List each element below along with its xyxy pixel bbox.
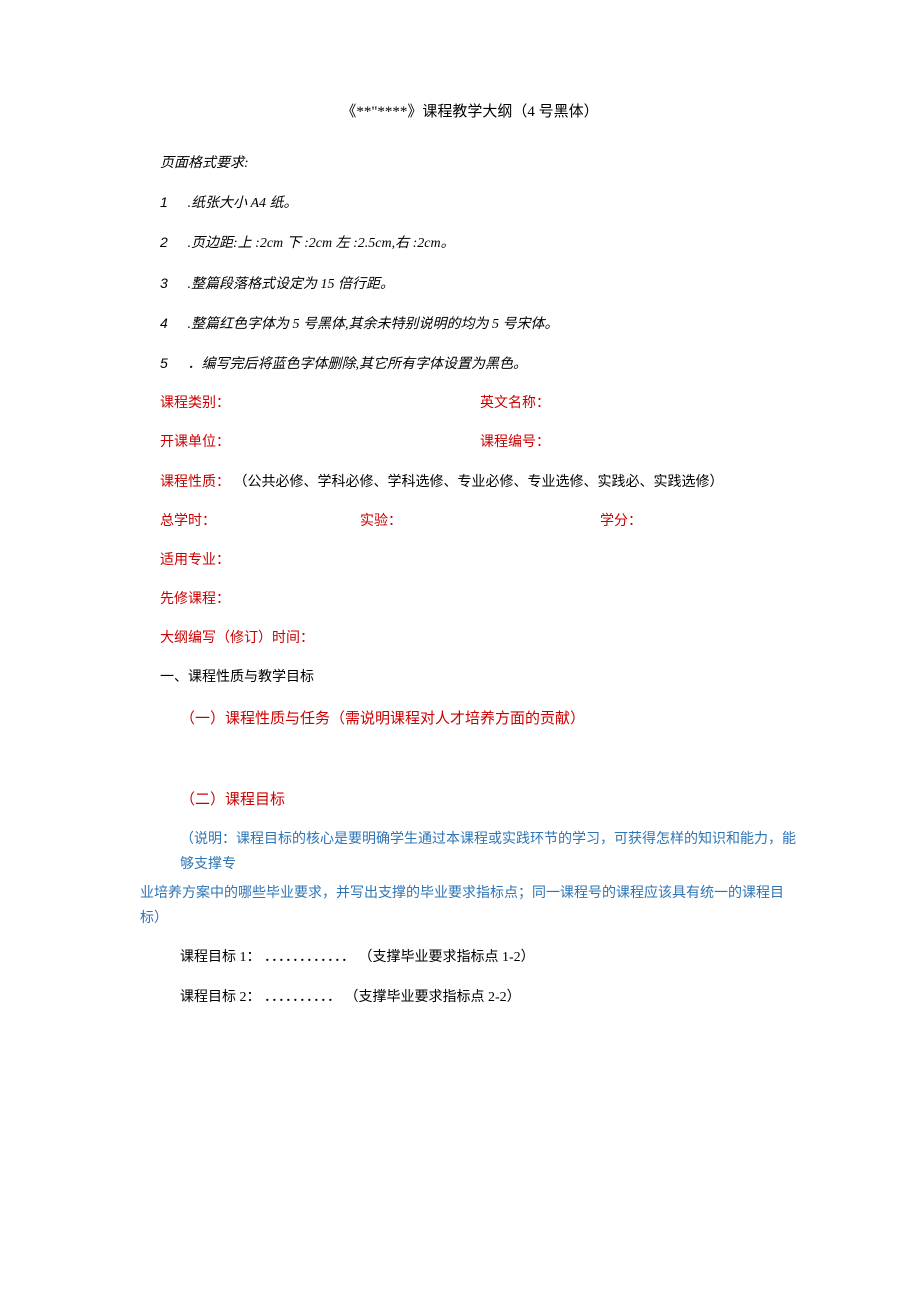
- objective-2-dots: ．．．．．．．．．．: [264, 990, 341, 1005]
- rule-text: ．编写完后将蓝色字体删除,其它所有字体设置为黑色。: [180, 357, 528, 372]
- rule-1: 1 .纸张大小 A4 纸。: [140, 190, 800, 216]
- field-row: 总学时： 实验： 学分：: [140, 509, 800, 534]
- note-line-2: 业培养方案中的哪些毕业要求，并写出支撑的毕业要求指标点；同一课程号的课程应该具有…: [140, 881, 800, 931]
- section-1-heading: 一、课程性质与教学目标: [140, 665, 800, 690]
- total-hours-label: 总学时：: [160, 509, 360, 534]
- rule-text: .整篇红色字体为 5 号黑体,其余未特别说明的均为 5 号宋体。: [180, 317, 559, 332]
- field-row: 先修课程：: [140, 587, 800, 612]
- rule-number: 1: [160, 190, 176, 215]
- objective-1-label: 课程目标 1：: [180, 950, 261, 965]
- objective-2-label: 课程目标 2：: [180, 990, 261, 1005]
- objective-2-note: （支撑毕业要求指标点 2-2）: [345, 990, 521, 1005]
- experiment-label: 实验：: [360, 509, 600, 534]
- rule-number: 3: [160, 271, 176, 296]
- revision-time-label: 大纲编写（修订）时间：: [160, 631, 314, 646]
- rule-text: .页边距:上 :2cm 下 :2cm 左 :2.5cm,右 :2cm。: [180, 236, 455, 251]
- course-nature-label: 课程性质：: [160, 475, 230, 490]
- document-title: 《**"****》课程教学大纲（4 号黑体）: [140, 100, 800, 121]
- note-line-1: （说明：课程目标的核心是要明确学生通过本课程或实践环节的学习，可获得怎样的知识和…: [140, 827, 800, 877]
- subsection-1-heading: （一）课程性质与任务（需说明课程对人才培养方面的贡献）: [140, 705, 800, 732]
- course-nature-options: （公共必修、学科必修、学科选修、专业必修、专业选修、实践必、实践选修）: [234, 475, 724, 490]
- field-row: 开课单位： 课程编号：: [140, 430, 800, 455]
- rule-4: 4 .整篇红色字体为 5 号黑体,其余未特别说明的均为 5 号宋体。: [140, 311, 800, 337]
- rule-number: 2: [160, 230, 176, 255]
- credits-label: 学分：: [600, 509, 800, 534]
- format-header: 页面格式要求:: [140, 151, 800, 176]
- spacer: [140, 746, 800, 786]
- field-row: 课程类别： 英文名称：: [140, 391, 800, 416]
- applicable-major-label: 适用专业：: [160, 553, 230, 568]
- rule-text: .整篇段落格式设定为 15 倍行距。: [180, 277, 395, 292]
- rule-number: 5: [160, 351, 176, 376]
- objective-2: 课程目标 2： ．．．．．．．．．． （支撑毕业要求指标点 2-2）: [140, 985, 800, 1010]
- objective-1-note: （支撑毕业要求指标点 1-2）: [359, 950, 535, 965]
- field-row: 适用专业：: [140, 548, 800, 573]
- rule-3: 3 .整篇段落格式设定为 15 倍行距。: [140, 271, 800, 297]
- course-code-label: 课程编号：: [480, 430, 550, 455]
- offering-unit-label: 开课单位：: [160, 430, 480, 455]
- rule-5: 5 ．编写完后将蓝色字体删除,其它所有字体设置为黑色。: [140, 351, 800, 377]
- english-name-label: 英文名称：: [480, 391, 550, 416]
- objective-1: 课程目标 1： ．．．．．．．．．．．． （支撑毕业要求指标点 1-2）: [140, 945, 800, 970]
- document-page: 《**"****》课程教学大纲（4 号黑体） 页面格式要求: 1 .纸张大小 A…: [0, 0, 920, 1124]
- objective-1-dots: ．．．．．．．．．．．．: [264, 950, 355, 965]
- subsection-2-heading: （二）课程目标: [140, 786, 800, 813]
- field-row: 大纲编写（修订）时间：: [140, 626, 800, 651]
- rule-2: 2 .页边距:上 :2cm 下 :2cm 左 :2.5cm,右 :2cm。: [140, 230, 800, 256]
- course-category-label: 课程类别：: [160, 391, 480, 416]
- field-row: 课程性质： （公共必修、学科必修、学科选修、专业必修、专业选修、实践必、实践选修…: [140, 470, 800, 495]
- prerequisite-label: 先修课程：: [160, 592, 230, 607]
- rule-number: 4: [160, 311, 176, 336]
- rule-text: .纸张大小 A4 纸。: [180, 196, 298, 211]
